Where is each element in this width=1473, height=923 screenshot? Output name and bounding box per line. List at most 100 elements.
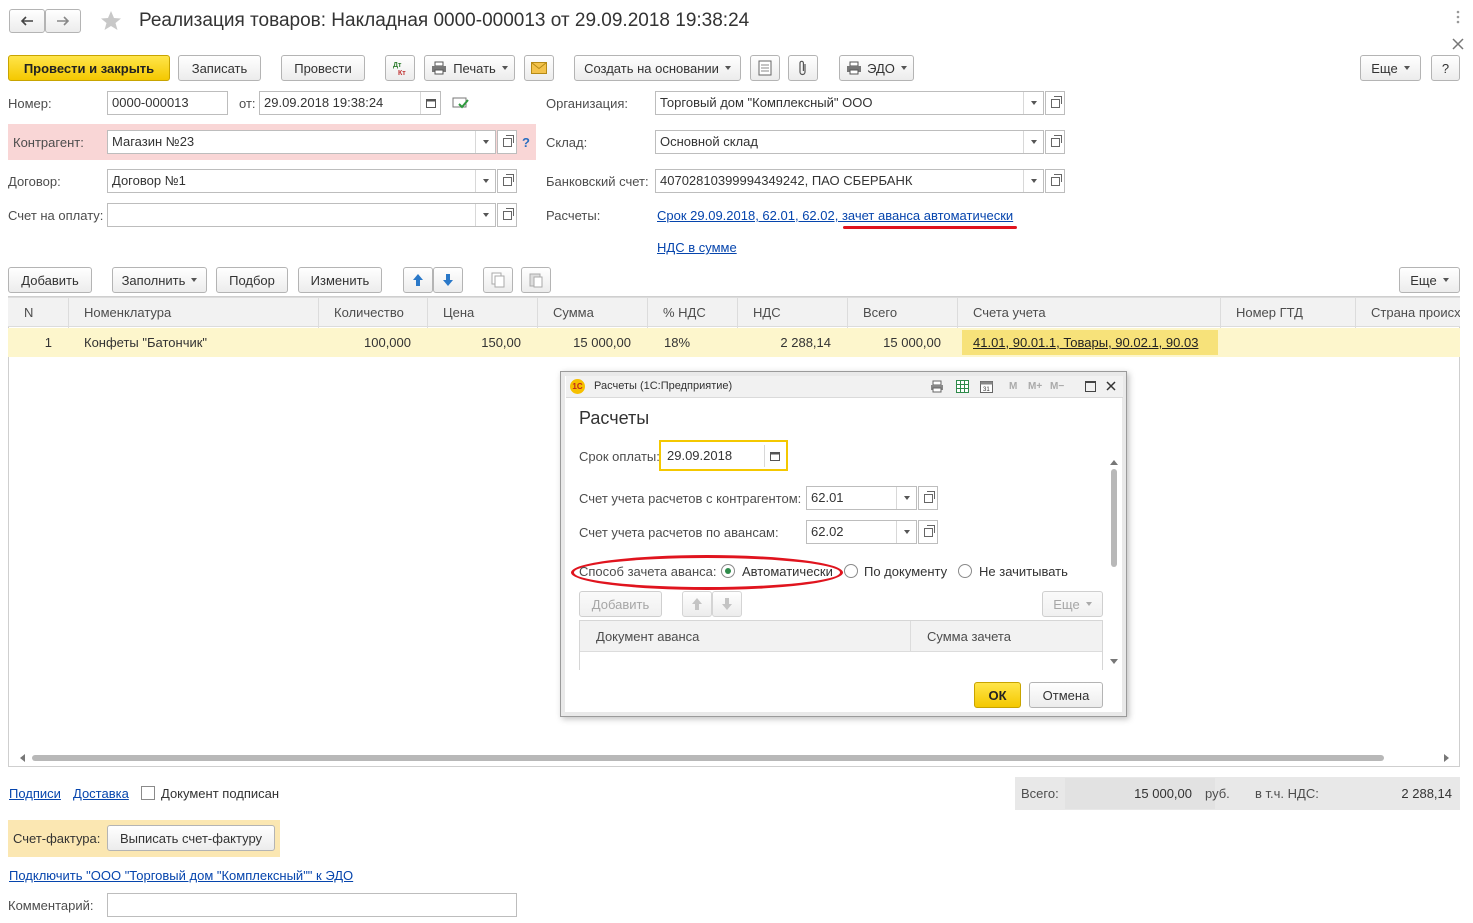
move-up-button[interactable] <box>403 267 433 293</box>
question-icon[interactable]: ? <box>522 135 530 150</box>
window-close-icon[interactable] <box>1452 38 1466 52</box>
col-header-vat[interactable]: НДС <box>738 298 848 328</box>
col-header-n[interactable]: N <box>8 298 69 328</box>
acct-adv-open-button[interactable] <box>918 520 938 544</box>
chevron-down-icon[interactable] <box>896 521 916 543</box>
close-icon[interactable] <box>1105 380 1117 395</box>
memory-icon[interactable]: M <box>1009 381 1017 392</box>
acct-contr-open-button[interactable] <box>918 486 938 510</box>
settlements-link[interactable]: Срок 29.09.2018, 62.01, 62.02, зачет ава… <box>657 208 1013 223</box>
radio-auto-label[interactable]: Автоматически <box>742 564 833 579</box>
bank-account-open-button[interactable] <box>1045 169 1065 193</box>
forward-button[interactable] <box>45 9 81 33</box>
dialog-add-button[interactable]: Добавить <box>579 591 662 617</box>
chevron-down-icon[interactable] <box>1023 170 1043 192</box>
organization-input[interactable]: Торговый дом "Комплексный" ООО <box>655 91 1044 115</box>
number-input[interactable]: 0000-000013 <box>107 91 228 115</box>
edo-button[interactable]: ЭДО <box>839 55 914 81</box>
dt-kt-button[interactable]: Дт Кт <box>385 55 415 81</box>
cell-accounts[interactable]: 41.01, 90.01.1, Товары, 90.02.1, 90.03 <box>973 328 1213 357</box>
scroll-left-icon[interactable] <box>20 754 25 762</box>
favorite-star-icon[interactable] <box>99 9 123 33</box>
invoice-open-button[interactable] <box>497 203 517 227</box>
connect-edo-link[interactable]: Подключить "ООО "Торговый дом "Комплексн… <box>9 868 353 883</box>
print-icon[interactable] <box>930 380 944 396</box>
create-based-on-button[interactable]: Создать на основании <box>574 55 741 81</box>
warehouse-input[interactable]: Основной склад <box>655 130 1044 154</box>
table-row[interactable]: 1 Конфеты "Батончик" 100,000 150,00 15 0… <box>8 328 1460 357</box>
email-button[interactable] <box>524 55 554 81</box>
calendar-icon[interactable]: 31 <box>980 380 993 396</box>
radio-auto[interactable] <box>721 564 735 578</box>
maximize-icon[interactable] <box>1085 381 1096 392</box>
paste-row-button[interactable] <box>521 267 551 293</box>
spreadsheet-icon[interactable] <box>956 380 969 396</box>
contract-input[interactable]: Договор №1 <box>107 169 496 193</box>
calendar-icon[interactable] <box>420 92 440 114</box>
signatures-link[interactable]: Подписи <box>9 786 61 801</box>
back-button[interactable] <box>9 9 45 33</box>
comment-input[interactable] <box>107 893 517 917</box>
dialog-scrollbar-thumb[interactable] <box>1111 469 1117 567</box>
window-menu-icon[interactable] <box>1453 10 1465 24</box>
attach-button[interactable] <box>788 55 818 81</box>
post-button[interactable]: Провести <box>281 55 365 81</box>
dialog-move-down-button[interactable] <box>712 591 742 617</box>
structure-button[interactable] <box>750 55 780 81</box>
more-button[interactable]: Еще <box>1360 55 1421 81</box>
change-button[interactable]: Изменить <box>298 267 382 293</box>
fill-button[interactable]: Заполнить <box>112 267 207 293</box>
pick-button[interactable]: Подбор <box>216 267 288 293</box>
scroll-right-icon[interactable] <box>1444 754 1449 762</box>
invoice-input[interactable] <box>107 203 496 227</box>
chevron-down-icon[interactable] <box>1023 92 1043 114</box>
chevron-down-icon[interactable] <box>475 131 495 153</box>
due-date-input[interactable]: 29.09.2018 <box>662 444 785 468</box>
contract-open-button[interactable] <box>497 169 517 193</box>
post-and-close-button[interactable]: Провести и закрыть <box>8 55 170 81</box>
date-input[interactable]: 29.09.2018 19:38:24 <box>259 91 441 115</box>
issue-invoice-button[interactable]: Выписать счет-фактуру <box>107 825 275 851</box>
col-header-sum[interactable]: Сумма <box>538 298 648 328</box>
dialog-scrollbar[interactable] <box>1110 460 1118 668</box>
calendar-icon[interactable] <box>764 445 784 467</box>
add-row-button[interactable]: Добавить <box>8 267 92 293</box>
radio-by-document-label[interactable]: По документу <box>864 564 947 579</box>
chevron-down-icon[interactable] <box>475 170 495 192</box>
col-header-vat-rate[interactable]: % НДС <box>648 298 738 328</box>
chevron-down-icon[interactable] <box>1023 131 1043 153</box>
dialog-move-up-button[interactable] <box>682 591 712 617</box>
memory-minus-icon[interactable]: M− <box>1050 381 1064 392</box>
counterparty-open-button[interactable] <box>497 130 517 154</box>
acct-contr-input[interactable]: 62.01 <box>806 486 917 510</box>
radio-no-offset[interactable] <box>958 564 972 578</box>
scroll-up-icon[interactable] <box>1110 460 1118 465</box>
organization-open-button[interactable] <box>1045 91 1065 115</box>
col-header-advance-doc[interactable]: Документ аванса <box>580 621 911 652</box>
signed-checkbox[interactable] <box>141 786 155 800</box>
horizontal-scrollbar[interactable] <box>20 754 1450 762</box>
warehouse-open-button[interactable] <box>1045 130 1065 154</box>
chevron-down-icon[interactable] <box>896 487 916 509</box>
acct-adv-input[interactable]: 62.02 <box>806 520 917 544</box>
dialog-more-button[interactable]: Еще <box>1042 591 1103 617</box>
bank-account-input[interactable]: 40702810399994349242, ПАО СБЕРБАНК <box>655 169 1044 193</box>
table-more-button[interactable]: Еще <box>1399 267 1460 293</box>
col-header-country[interactable]: Страна происх <box>1356 298 1460 328</box>
col-header-gtd[interactable]: Номер ГТД <box>1221 298 1356 328</box>
col-header-offset-sum[interactable]: Сумма зачета <box>911 621 1102 652</box>
scroll-down-icon[interactable] <box>1110 659 1118 664</box>
col-header-accounts[interactable]: Счета учета <box>958 298 1221 328</box>
col-header-item[interactable]: Номенклатура <box>69 298 319 328</box>
print-button[interactable]: Печать <box>424 55 515 81</box>
chevron-down-icon[interactable] <box>475 204 495 226</box>
copy-row-button[interactable] <box>483 267 513 293</box>
ok-button[interactable]: ОК <box>974 682 1021 708</box>
scrollbar-thumb[interactable] <box>32 755 1384 761</box>
memory-plus-icon[interactable]: M+ <box>1028 381 1042 392</box>
move-down-button[interactable] <box>433 267 463 293</box>
counterparty-input[interactable]: Магазин №23 <box>107 130 496 154</box>
vat-in-sum-link[interactable]: НДС в сумме <box>657 240 737 255</box>
radio-no-offset-label[interactable]: Не зачитывать <box>979 564 1068 579</box>
col-header-price[interactable]: Цена <box>428 298 538 328</box>
